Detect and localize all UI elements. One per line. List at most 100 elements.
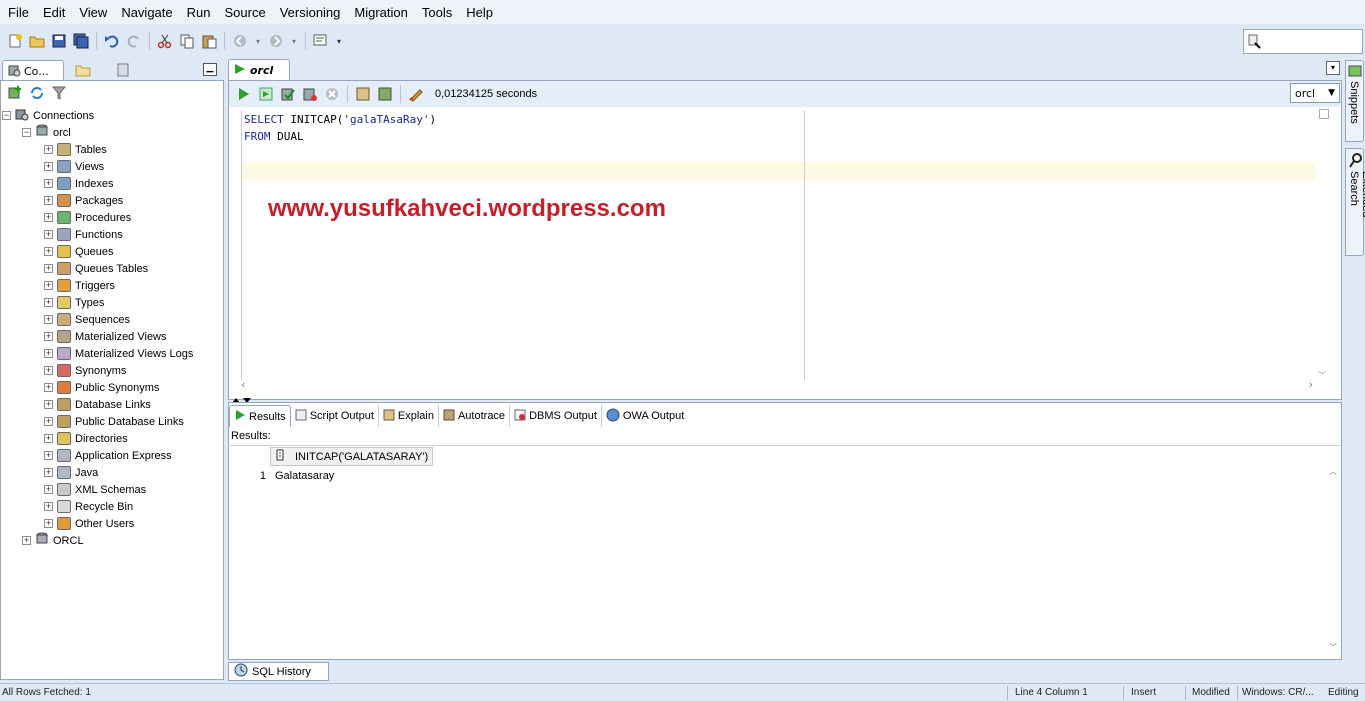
autotrace-icon[interactable] (377, 86, 393, 102)
tree-item-public-synonyms[interactable]: + Public Synonyms (2, 379, 222, 396)
tree-item-views[interactable]: + Views (2, 158, 222, 175)
expand-icon[interactable]: + (44, 349, 53, 358)
tab-explain[interactable]: Explain (379, 405, 439, 427)
explain-plan-icon[interactable] (355, 86, 371, 102)
expand-icon[interactable]: + (44, 315, 53, 324)
tree-item-types[interactable]: + Types (2, 294, 222, 311)
scroll-right-icon[interactable]: › (1309, 378, 1313, 391)
menu-help[interactable]: Help (462, 5, 497, 20)
scroll-up-icon[interactable]: ︿ (1329, 466, 1337, 477)
scroll-down-icon[interactable]: ﹀ (1318, 370, 1326, 381)
tab-connections[interactable]: Co... (2, 60, 64, 81)
expand-icon[interactable]: + (44, 332, 53, 341)
expand-icon[interactable]: + (44, 213, 53, 222)
menu-migration[interactable]: Migration (350, 5, 411, 20)
expand-icon[interactable]: + (44, 485, 53, 494)
expand-icon[interactable]: + (44, 451, 53, 460)
tree-item-public-database-links[interactable]: + Public Database Links (2, 413, 222, 430)
tree-item-materialized-views-logs[interactable]: + Materialized Views Logs (2, 345, 222, 362)
cut-icon[interactable] (157, 33, 173, 49)
commit-icon[interactable] (280, 86, 296, 102)
tree-item-tables[interactable]: + Tables (2, 141, 222, 158)
expand-icon[interactable]: + (44, 264, 53, 273)
splitter-arrows[interactable] (230, 394, 260, 403)
menu-run[interactable]: Run (183, 5, 215, 20)
tree-connection-orcl[interactable]: − orcl (2, 124, 222, 141)
clear-icon[interactable] (408, 86, 424, 102)
tab-results[interactable]: Results (229, 405, 291, 427)
rollback-icon[interactable] (302, 86, 318, 102)
filter-icon[interactable] (51, 85, 67, 101)
expand-icon[interactable]: + (44, 366, 53, 375)
sql-code-editor[interactable]: SELECT INITCAP('galaTAsaRay') FROM DUAL (241, 111, 1317, 381)
tab-worksheet-orcl[interactable]: orcl (228, 59, 290, 80)
expand-icon[interactable]: + (44, 468, 53, 477)
tree-item-indexes[interactable]: + Indexes (2, 175, 222, 192)
scroll-left-icon[interactable]: ‹ (241, 378, 245, 391)
expand-icon[interactable]: + (44, 196, 53, 205)
expand-icon[interactable]: + (44, 179, 53, 188)
result-cell[interactable]: Galatasaray (272, 468, 433, 485)
expand-icon[interactable]: + (44, 434, 53, 443)
expand-icon[interactable]: + (44, 383, 53, 392)
expand-icon[interactable]: + (44, 400, 53, 409)
undo-icon[interactable] (104, 33, 120, 49)
tree-item-queues[interactable]: + Queues (2, 243, 222, 260)
tree-item-other-users[interactable]: + Other Users (2, 515, 222, 532)
tree-item-xml-schemas[interactable]: + XML Schemas (2, 481, 222, 498)
scroll-down-icon[interactable]: ﹀ (1329, 642, 1337, 653)
editor-list-dropdown[interactable]: ▾ (1326, 61, 1340, 75)
back-icon[interactable] (232, 33, 248, 49)
editor-vertical-scrollbar[interactable]: ﹀ (1316, 108, 1330, 381)
collapse-icon[interactable]: − (22, 128, 31, 137)
cancel-icon[interactable] (324, 86, 340, 102)
tree-item-recycle-bin[interactable]: + Recycle Bin (2, 498, 222, 515)
tab-extended-search[interactable]: Extended Search (1345, 148, 1365, 256)
refresh-icon[interactable] (29, 85, 45, 101)
copy-icon[interactable] (179, 33, 195, 49)
tab-snippets[interactable]: Snippets (1345, 60, 1364, 142)
tab-dbms-output[interactable]: DBMS Output (510, 405, 602, 427)
run-script-icon[interactable] (258, 86, 274, 102)
expand-icon[interactable]: + (44, 162, 53, 171)
expand-icon[interactable]: + (44, 247, 53, 256)
tree-item-packages[interactable]: + Packages (2, 192, 222, 209)
tree-item-synonyms[interactable]: + Synonyms (2, 362, 222, 379)
tree-item-directories[interactable]: + Directories (2, 430, 222, 447)
menu-versioning[interactable]: Versioning (276, 5, 345, 20)
menu-view[interactable]: View (75, 5, 111, 20)
column-header[interactable]: INITCAP('GALATASARAY') (270, 447, 433, 466)
chevron-down-icon[interactable]: ▾ (290, 33, 298, 49)
open-folder-icon[interactable] (29, 33, 45, 49)
chevron-down-icon[interactable]: ▾ (254, 33, 262, 49)
expand-icon[interactable]: + (44, 145, 53, 154)
tree-item-java[interactable]: + Java (2, 464, 222, 481)
connection-select[interactable]: orcl ▼ (1290, 83, 1340, 103)
scroll-thumb[interactable] (1319, 109, 1329, 119)
tree-item-database-links[interactable]: + Database Links (2, 396, 222, 413)
save-icon[interactable] (51, 33, 67, 49)
save-all-icon[interactable] (73, 33, 89, 49)
tree-item-materialized-views[interactable]: + Materialized Views (2, 328, 222, 345)
editor-horizontal-scrollbar[interactable]: ‹ › (241, 378, 1317, 392)
tree-item-procedures[interactable]: + Procedures (2, 209, 222, 226)
toolbar-search-box[interactable] (1243, 29, 1363, 54)
expand-icon[interactable]: + (44, 502, 53, 511)
results-vertical-scrollbar[interactable]: ︿ ﹀ (1328, 446, 1340, 658)
run-statement-icon[interactable] (236, 86, 252, 102)
tab-sql-history[interactable]: SQL History (228, 662, 329, 681)
tree-item-application-express[interactable]: + Application Express (2, 447, 222, 464)
new-icon[interactable] (7, 33, 23, 49)
tab-files[interactable] (68, 62, 98, 80)
tab-reports[interactable] (108, 62, 138, 80)
add-connection-icon[interactable] (7, 85, 23, 101)
menu-tools[interactable]: Tools (418, 5, 456, 20)
expand-icon[interactable]: + (44, 281, 53, 290)
minimize-panel-button[interactable]: ▁ (203, 63, 217, 76)
paste-icon[interactable] (201, 33, 217, 49)
forward-icon[interactable] (268, 33, 284, 49)
tab-script-output[interactable]: Script Output (291, 405, 379, 427)
expand-icon[interactable]: + (44, 230, 53, 239)
tree-root-connections[interactable]: − Connections (2, 107, 222, 124)
redo-icon[interactable] (126, 33, 142, 49)
